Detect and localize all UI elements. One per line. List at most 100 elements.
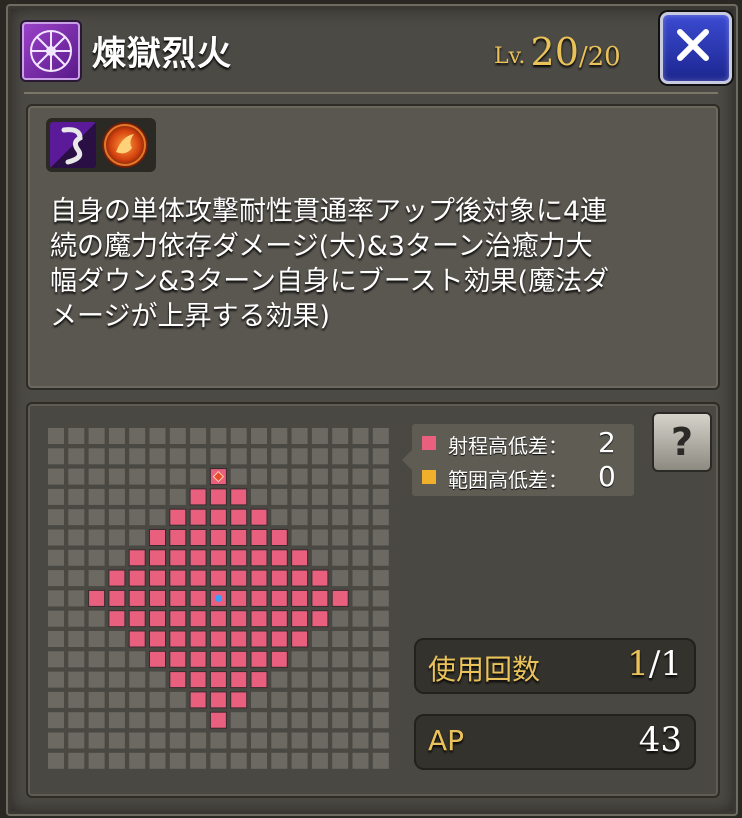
grid-tile xyxy=(372,671,389,688)
grid-tile xyxy=(332,448,349,465)
grid-tile xyxy=(88,651,105,668)
grid-tile xyxy=(129,712,146,729)
range-tile xyxy=(209,711,227,729)
range-tile xyxy=(250,508,268,526)
range-tile xyxy=(311,569,329,587)
grid-tile xyxy=(311,468,328,485)
description-line: 続の魔力依存ダメージ(大)&3ターン治癒力大 xyxy=(50,231,593,262)
grid-tile xyxy=(190,732,207,749)
grid-tile xyxy=(108,651,125,668)
uses-max: 1 xyxy=(660,644,682,684)
range-tile xyxy=(291,630,309,648)
help-button[interactable]: ? xyxy=(652,412,712,472)
range-tile xyxy=(108,589,126,607)
grid-tile xyxy=(271,509,288,526)
range-tile xyxy=(108,569,126,587)
grid-tile xyxy=(291,691,308,708)
grid-tile xyxy=(230,428,247,444)
close-button[interactable] xyxy=(660,12,732,84)
range-tile xyxy=(169,569,187,587)
description-line: 幅ダウン&3ターン自身にブースト効果(魔法ダ xyxy=(50,266,610,297)
range-tile xyxy=(169,508,187,526)
grid-tile xyxy=(68,590,85,607)
grid-tile xyxy=(311,752,328,769)
range-tile xyxy=(291,549,309,567)
height-legend: 射程高低差： 2 範囲高低差： 0 xyxy=(402,424,634,496)
grid-tile xyxy=(108,529,125,546)
grid-tile xyxy=(311,691,328,708)
grid-tile xyxy=(332,651,349,668)
range-tile xyxy=(88,589,106,607)
grid-tile xyxy=(230,712,247,729)
legend-label: 射程高低差： xyxy=(448,434,568,458)
range-tile xyxy=(209,691,227,709)
grid-tile xyxy=(372,712,389,729)
uses-separator: / xyxy=(648,644,661,684)
grid-tile xyxy=(372,509,389,526)
range-tile xyxy=(169,650,187,668)
range-tile xyxy=(149,610,166,628)
grid-tile xyxy=(88,529,105,546)
grid-tile xyxy=(68,712,85,729)
grid-tile xyxy=(88,671,105,688)
ap-box: AP 43 xyxy=(414,714,696,770)
grid-tile xyxy=(291,529,308,546)
grid-tile xyxy=(169,712,186,729)
ap-value: 43 xyxy=(638,720,682,760)
range-tile xyxy=(189,671,207,689)
grid-tile xyxy=(352,732,369,749)
legend-value: 2 xyxy=(598,426,616,459)
grid-tile xyxy=(311,631,328,647)
grid-tile xyxy=(88,752,105,769)
grid-tile xyxy=(48,570,64,587)
grid-tile xyxy=(372,732,389,749)
grid-tile xyxy=(169,691,186,708)
grid-tile xyxy=(311,651,328,668)
skill-title: 煉獄烈火 xyxy=(92,34,232,74)
grid-tile xyxy=(372,549,389,566)
uses-current: 1 xyxy=(627,644,649,684)
grid-tile xyxy=(149,712,166,729)
grid-tile xyxy=(68,509,85,526)
grid-tile xyxy=(88,428,105,444)
grid-tile xyxy=(291,752,308,769)
grid-tile xyxy=(332,610,349,627)
grid-tile xyxy=(311,488,328,505)
range-tile xyxy=(169,549,187,567)
grid-tile xyxy=(291,509,308,526)
grid-tile xyxy=(48,691,64,708)
uses-count-box: 使用回数 1/1 xyxy=(414,638,696,694)
grid-tile xyxy=(129,509,146,526)
grid-tile xyxy=(352,752,369,769)
grid-tile xyxy=(271,712,288,729)
grid-tile xyxy=(48,448,64,465)
range-tile xyxy=(291,569,309,587)
range-tile xyxy=(149,650,166,668)
grid-tile xyxy=(271,488,288,505)
grid-tile xyxy=(149,752,166,769)
range-tile xyxy=(128,549,146,567)
grid-tile xyxy=(108,549,125,566)
grid-tile xyxy=(332,570,349,587)
grid-tile xyxy=(129,651,146,668)
grid-tile xyxy=(372,529,389,546)
grid-tile xyxy=(291,651,308,668)
grid-tile xyxy=(352,549,369,566)
grid-tile xyxy=(190,752,207,769)
grid-tile xyxy=(48,468,64,485)
grid-tile xyxy=(271,428,288,444)
grid-tile xyxy=(169,488,186,505)
grid-tile xyxy=(190,712,207,729)
range-tile xyxy=(209,630,227,648)
grid-tile xyxy=(230,752,247,769)
range-tile xyxy=(270,610,288,628)
range-tile xyxy=(230,630,248,648)
grid-tile xyxy=(251,732,267,749)
grid-tile xyxy=(372,428,389,444)
ap-label: AP xyxy=(428,724,465,757)
grid-tile xyxy=(68,468,85,485)
grid-tile xyxy=(251,691,267,708)
grid-tile xyxy=(88,691,105,708)
skill-description: 自身の単体攻撃耐性貫通率アップ後対象に4連 続の魔力依存ダメージ(大)&3ターン… xyxy=(50,194,700,334)
range-tile xyxy=(250,549,268,567)
